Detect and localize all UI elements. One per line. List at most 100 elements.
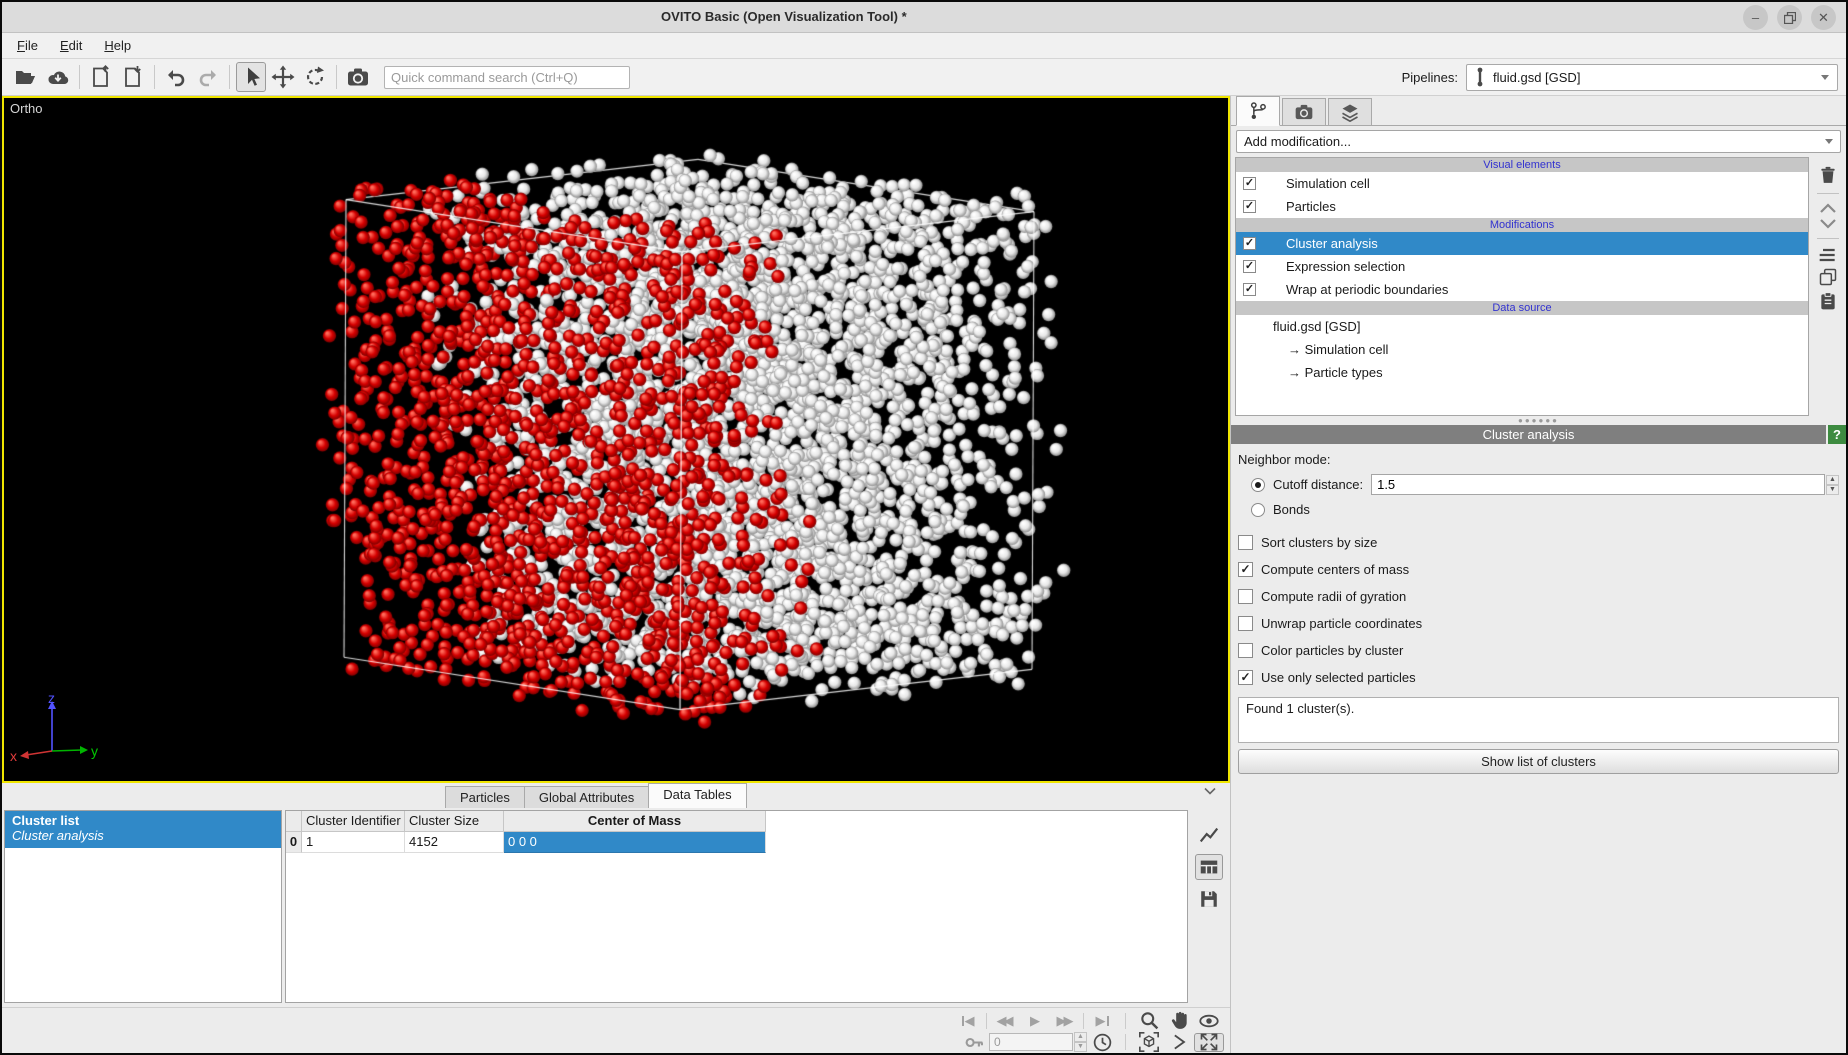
pipeline-item-label: Simulation cell <box>1286 176 1370 191</box>
delete-modifier-button[interactable] <box>1818 165 1838 185</box>
quick-command-search-input[interactable] <box>384 66 630 89</box>
selected-particles-checkbox[interactable] <box>1238 670 1253 685</box>
tab-particles[interactable]: Particles <box>445 786 525 808</box>
cutoff-distance-input[interactable] <box>1371 474 1825 495</box>
tab-pipeline[interactable] <box>1236 96 1280 126</box>
viewport-3d[interactable]: Ortho z y x <box>2 96 1230 783</box>
import-remote-button[interactable] <box>43 62 73 92</box>
table-icon <box>1198 856 1220 878</box>
frame-spinner[interactable]: ▲▼ <box>1074 1032 1087 1052</box>
show-list-of-clusters-button[interactable]: Show list of clusters <box>1238 749 1839 774</box>
cell-cluster-size[interactable]: 4152 <box>405 832 504 853</box>
viewport-menu-button[interactable] <box>1164 1033 1194 1052</box>
color-by-cluster-checkbox[interactable] <box>1238 643 1253 658</box>
checkbox[interactable] <box>1243 177 1256 190</box>
panel-splitter[interactable]: ●●●●●● <box>1231 416 1846 425</box>
copy-pipeline-item-button[interactable] <box>1818 267 1838 287</box>
tab-rendering[interactable] <box>1282 98 1326 125</box>
sort-clusters-checkbox[interactable] <box>1238 535 1253 550</box>
render-button[interactable] <box>343 62 373 92</box>
fast-forward-button[interactable]: ▶▶ <box>1050 1011 1080 1030</box>
copy-icon <box>1818 267 1838 287</box>
checkbox-label: Compute centers of mass <box>1261 562 1409 577</box>
pipeline-item-data-file[interactable]: fluid.gsd [GSD] <box>1236 315 1808 338</box>
play-button[interactable]: ▶ <box>1020 1011 1050 1030</box>
close-button[interactable]: ✕ <box>1811 5 1836 30</box>
table-view-button[interactable] <box>1195 854 1223 880</box>
plot-view-button[interactable] <box>1195 822 1223 848</box>
undo-button[interactable] <box>161 62 191 92</box>
spin-up-icon[interactable]: ▲ <box>1826 475 1839 485</box>
current-frame-input[interactable] <box>989 1033 1073 1051</box>
pipeline-item-cluster-analysis[interactable]: Cluster analysis <box>1236 232 1808 255</box>
list-item-cluster-list[interactable]: Cluster list Cluster analysis <box>5 811 281 848</box>
cutoff-spinner[interactable]: ▲▼ <box>1826 475 1839 495</box>
cell-cluster-identifier[interactable]: 1 <box>302 832 405 853</box>
menu-help[interactable]: Help <box>95 35 140 56</box>
zoom-scene-extents-button[interactable] <box>1134 1033 1164 1052</box>
checkbox[interactable] <box>1243 260 1256 273</box>
viewport-canvas[interactable] <box>4 98 1228 781</box>
checkbox[interactable] <box>1243 200 1256 213</box>
restore-button[interactable] <box>1777 5 1802 30</box>
move-modifier-down-button[interactable] <box>1819 218 1837 230</box>
menu-file[interactable]: File <box>8 35 47 56</box>
pan-mode-button[interactable] <box>1164 1011 1194 1030</box>
animation-key-button[interactable] <box>959 1033 989 1052</box>
pipeline-item-simulation-cell-source[interactable]: → Simulation cell <box>1236 338 1808 361</box>
menu-edit[interactable]: Edit <box>51 35 91 56</box>
spin-down-icon[interactable]: ▼ <box>1074 1042 1087 1052</box>
cell-center-of-mass[interactable]: 0 0 0 <box>504 832 766 853</box>
paste-pipeline-item-button[interactable] <box>1818 291 1838 311</box>
tab-global-attributes[interactable]: Global Attributes <box>524 786 649 808</box>
pipeline-item-particles[interactable]: Particles <box>1236 195 1808 218</box>
export-table-button[interactable] <box>1195 886 1223 912</box>
redo-button[interactable] <box>193 62 223 92</box>
unwrap-coordinates-checkbox[interactable] <box>1238 616 1253 631</box>
minimize-button[interactable]: – <box>1743 5 1768 30</box>
chevron-down-icon <box>1204 787 1216 795</box>
tab-data-tables[interactable]: Data Tables <box>648 783 746 808</box>
add-modification-dropdown[interactable]: Add modification... <box>1236 130 1841 153</box>
move-modifier-up-button[interactable] <box>1819 202 1837 214</box>
fast-rewind-button[interactable]: ◀◀ <box>990 1011 1020 1030</box>
help-button[interactable]: ? <box>1828 425 1846 444</box>
column-cluster-size[interactable]: Cluster Size <box>405 811 504 832</box>
pipeline-item-particle-types[interactable]: → Particle types <box>1236 361 1808 384</box>
orbit-mode-button[interactable] <box>1194 1011 1224 1030</box>
compute-centers-checkbox[interactable] <box>1238 562 1253 577</box>
pipeline-item-wrap-periodic[interactable]: Wrap at periodic boundaries <box>1236 278 1808 301</box>
checkbox[interactable] <box>1243 283 1256 296</box>
open-file-button[interactable] <box>11 62 41 92</box>
column-center-of-mass[interactable]: Center of Mass <box>504 811 766 832</box>
skip-to-start-button[interactable]: ◀ <box>953 1011 983 1030</box>
rotate-icon <box>303 65 327 89</box>
chevron-down-icon <box>1821 75 1829 80</box>
save-session-button[interactable] <box>86 62 116 92</box>
compute-radii-checkbox[interactable] <box>1238 589 1253 604</box>
axis-x-label: x <box>10 748 17 764</box>
move-mode-button[interactable] <box>268 62 298 92</box>
tab-overlays[interactable] <box>1328 98 1372 125</box>
spin-down-icon[interactable]: ▼ <box>1826 485 1839 495</box>
animation-settings-button[interactable] <box>1087 1033 1117 1052</box>
spin-up-icon[interactable]: ▲ <box>1074 1032 1087 1042</box>
pipeline-selector[interactable]: fluid.gsd [GSD] <box>1466 64 1838 91</box>
hand-icon <box>1169 1010 1190 1031</box>
toggle-modifier-list-button[interactable] <box>1818 247 1838 263</box>
modifier-status-box: Found 1 cluster(s). <box>1238 697 1839 743</box>
pipeline-item-expression-selection[interactable]: Expression selection <box>1236 255 1808 278</box>
collapse-panel-button[interactable] <box>1204 787 1216 795</box>
load-session-button[interactable] <box>118 62 148 92</box>
skip-to-end-button[interactable]: ▶ <box>1087 1011 1117 1030</box>
rotate-mode-button[interactable] <box>300 62 330 92</box>
zoom-mode-button[interactable] <box>1134 1011 1164 1030</box>
maximize-viewport-button[interactable] <box>1194 1033 1224 1052</box>
viewport-projection-label[interactable]: Ortho <box>10 101 43 116</box>
select-mode-button[interactable] <box>236 62 266 92</box>
cutoff-distance-radio[interactable] <box>1251 478 1265 492</box>
bonds-radio[interactable] <box>1251 503 1265 517</box>
checkbox[interactable] <box>1243 237 1256 250</box>
pipeline-item-simulation-cell[interactable]: Simulation cell <box>1236 172 1808 195</box>
column-cluster-identifier[interactable]: Cluster Identifier <box>302 811 405 832</box>
